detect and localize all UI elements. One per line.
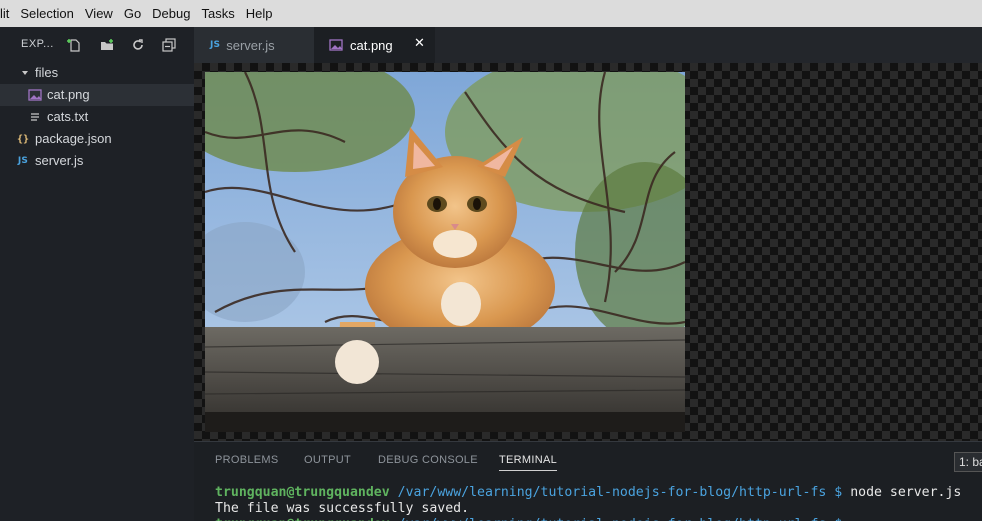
- tree-item-label: cats.txt: [47, 109, 89, 124]
- explorer-sidebar: EXP... files cat.png cats.txt {} package…: [0, 27, 194, 521]
- js-file-icon: JS: [16, 154, 30, 168]
- menu-selection[interactable]: Selection: [16, 6, 77, 21]
- js-file-icon: JS: [210, 40, 221, 50]
- panel-tab-debug-console[interactable]: DEBUG CONSOLE: [378, 454, 478, 466]
- terminal-select[interactable]: 1: ba: [954, 452, 982, 472]
- menu-view[interactable]: View: [81, 6, 117, 21]
- collapse-all-icon[interactable]: [161, 37, 177, 53]
- tree-item-label: server.js: [35, 153, 84, 168]
- cat-image: [205, 72, 685, 432]
- panel-tab-terminal[interactable]: TERMINAL: [499, 454, 558, 471]
- chevron-down-icon: [18, 66, 32, 80]
- tab-server-js[interactable]: JS server.js: [194, 27, 314, 63]
- tab-label: cat.png: [350, 37, 393, 53]
- explorer-header: EXP...: [0, 27, 194, 63]
- js-badge: JS: [17, 156, 29, 166]
- tree-file-cat-png[interactable]: cat.png: [0, 84, 194, 106]
- terminal-message: The file was successfully saved.: [215, 501, 470, 516]
- image-file-icon: [329, 38, 343, 52]
- menu-debug[interactable]: Debug: [148, 6, 194, 21]
- new-folder-icon[interactable]: [99, 37, 115, 53]
- terminal-command: node server.js: [850, 485, 962, 500]
- tab-label: server.js: [226, 37, 275, 53]
- tree-file-server-js[interactable]: JS server.js: [0, 150, 194, 172]
- editor-tab-bar: JS server.js cat.png ✕: [194, 27, 982, 63]
- menu-go[interactable]: Go: [120, 6, 145, 21]
- panel-tab-output[interactable]: OUTPUT: [304, 454, 351, 466]
- panel-tab-problems[interactable]: PROBLEMS: [215, 454, 279, 466]
- tree-folder-files[interactable]: files: [0, 62, 194, 84]
- menu-bar: lit Selection View Go Debug Tasks Help: [0, 0, 982, 27]
- terminal-output[interactable]: trungquan@trungquandev /var/www/learning…: [215, 485, 962, 521]
- menu-tasks[interactable]: Tasks: [197, 6, 238, 21]
- tree-item-label: files: [35, 65, 59, 80]
- image-preview-area: [194, 63, 982, 441]
- json-file-icon: {}: [16, 132, 30, 146]
- close-icon[interactable]: ✕: [414, 36, 425, 51]
- terminal-user: trungquan@trungquandev: [215, 485, 390, 500]
- tab-cat-png[interactable]: cat.png ✕: [314, 27, 435, 63]
- refresh-icon[interactable]: [130, 37, 146, 53]
- text-file-icon: [28, 110, 42, 124]
- image-file-icon: [28, 88, 42, 102]
- terminal-path: /var/www/learning/tutorial-nodejs-for-bl…: [397, 485, 843, 500]
- bottom-panel: PROBLEMS OUTPUT DEBUG CONSOLE TERMINAL 1…: [194, 441, 982, 521]
- explorer-title: EXP...: [21, 38, 54, 50]
- terminal-next-line: trungquan@trungquandev /var/www/learning…: [215, 517, 842, 521]
- menu-help[interactable]: Help: [242, 6, 277, 21]
- tree-file-package-json[interactable]: {} package.json: [0, 128, 194, 150]
- tree-item-label: cat.png: [47, 87, 90, 102]
- menu-file[interactable]: lit: [0, 6, 13, 21]
- tree-file-cats-txt[interactable]: cats.txt: [0, 106, 194, 128]
- json-badge: {}: [16, 133, 30, 145]
- new-file-icon[interactable]: [67, 37, 83, 53]
- tree-item-label: package.json: [35, 131, 112, 146]
